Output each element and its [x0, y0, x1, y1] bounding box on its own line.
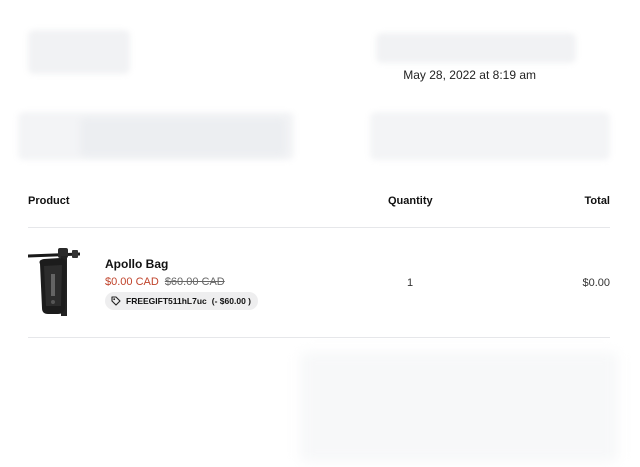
sale-price: $0.00 CAD: [105, 276, 159, 288]
blurred-order-summary: [300, 352, 618, 462]
blurred-customer-detail: [80, 118, 286, 156]
compare-at-price: $60.00 CAD: [164, 276, 225, 288]
blurred-order-number: [376, 33, 576, 63]
product-thumbnail[interactable]: [26, 246, 82, 318]
tag-icon: [111, 296, 121, 306]
discount-badge: FREEGIFT511hL7uc (- $60.00 ): [105, 292, 258, 310]
column-header-product: Product: [28, 195, 70, 207]
order-date: May 28, 2022 at 8:19 am: [403, 68, 536, 82]
column-header-quantity: Quantity: [388, 195, 433, 207]
line-total: $0.00: [582, 277, 610, 289]
discount-code: FREEGIFT511hL7uc: [126, 296, 207, 306]
blurred-logo: [28, 30, 130, 74]
table-divider: [28, 337, 610, 338]
table-divider: [28, 227, 610, 228]
product-price: $0.00 CAD $60.00 CAD: [105, 276, 225, 288]
product-name[interactable]: Apollo Bag: [105, 257, 168, 271]
blurred-shipping-info: [370, 112, 610, 160]
scooter-bag-thumbnail-icon: [26, 248, 82, 316]
discount-amount: (- $60.00 ): [211, 296, 251, 306]
column-header-total: Total: [584, 195, 610, 207]
line-quantity: 1: [407, 277, 414, 289]
